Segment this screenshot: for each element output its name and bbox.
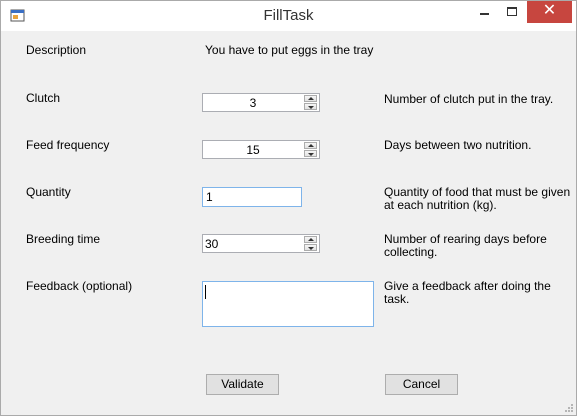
validate-button[interactable]: Validate (206, 374, 279, 395)
feed-frequency-stepper[interactable]: 15 (202, 140, 320, 159)
feedback-help-line1: Give a feedback after doing the (384, 279, 551, 293)
clutch-stepper[interactable]: 3 (202, 93, 320, 112)
breeding-time-down-arrow-icon[interactable] (304, 244, 317, 251)
quantity-label: Quantity (26, 185, 71, 199)
maximize-icon (507, 7, 517, 16)
feedback-help-line2: task. (384, 292, 410, 306)
description-text: You have to put eggs in the tray (205, 43, 374, 57)
close-icon: ✕ (542, 2, 557, 19)
feed-frequency-help: Days between two nutrition. (384, 138, 532, 152)
clutch-up-arrow-icon[interactable] (304, 95, 317, 102)
close-button[interactable]: ✕ (527, 1, 572, 23)
breeding-time-up-arrow-icon[interactable] (304, 236, 317, 243)
feed-frequency-value[interactable]: 15 (203, 143, 303, 157)
feed-frequency-down-arrow-icon[interactable] (304, 150, 317, 157)
breeding-time-help-line2: collecting. (384, 245, 438, 259)
feedback-label: Feedback (optional) (26, 279, 133, 293)
clutch-help: Number of clutch put in the tray. (384, 92, 554, 106)
breeding-time-help-line1: Number of rearing days before (384, 232, 547, 246)
clutch-value[interactable]: 3 (203, 96, 303, 110)
feed-frequency-label: Feed frequency (26, 138, 110, 152)
description-label: Description (26, 43, 87, 57)
minimize-icon (479, 13, 489, 15)
resize-grip-icon[interactable] (563, 402, 573, 412)
quantity-help-line1: Quantity of food that must be given (384, 185, 571, 199)
feed-frequency-up-arrow-icon[interactable] (304, 142, 317, 149)
breeding-time-label: Breeding time (26, 232, 101, 246)
breeding-time-value[interactable]: 30 (205, 237, 305, 251)
quantity-input[interactable] (202, 187, 302, 207)
quantity-help-line2: at each nutrition (kg). (384, 198, 497, 212)
clutch-down-arrow-icon[interactable] (304, 103, 317, 110)
clutch-label: Clutch (26, 91, 61, 105)
text-caret (205, 285, 206, 299)
feedback-textarea[interactable] (202, 281, 374, 327)
maximize-button[interactable] (498, 1, 526, 23)
cancel-button[interactable]: Cancel (385, 374, 458, 395)
minimize-button[interactable] (470, 1, 498, 23)
breeding-time-stepper[interactable]: 30 (202, 234, 320, 253)
title-bar[interactable]: FillTask ✕ (1, 1, 576, 31)
